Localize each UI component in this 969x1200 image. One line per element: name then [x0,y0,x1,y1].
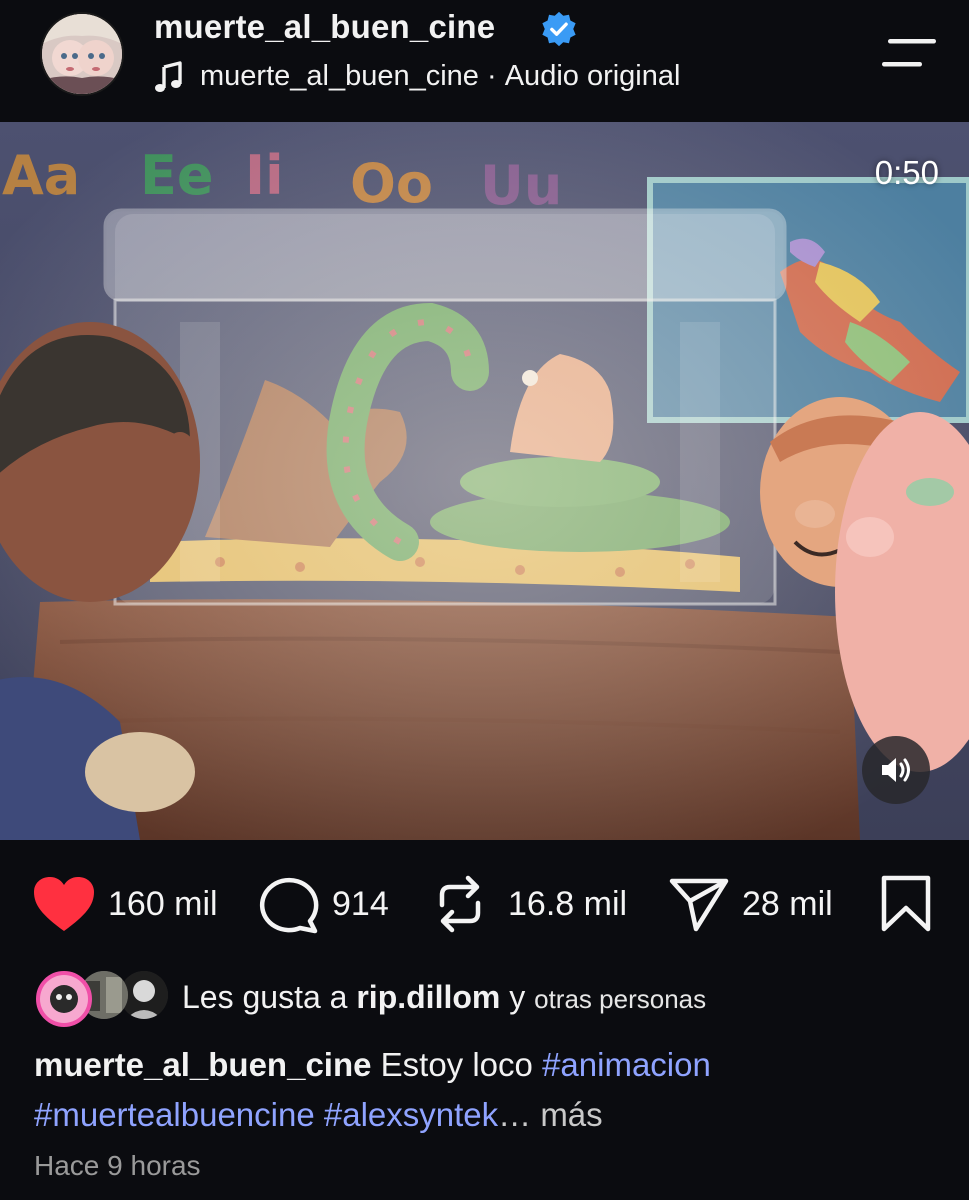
hashtag-animacion[interactable]: #animacion [542,1046,711,1083]
caption-text: Estoy loco [371,1046,543,1083]
comment-button[interactable]: 914 [258,862,389,946]
volume-button[interactable] [862,736,930,804]
repost-button[interactable]: 16.8 mil [432,862,627,946]
volume-icon [882,758,910,782]
liked-by-others[interactable]: otras personas [534,984,706,1014]
post-caption: muerte_al_buen_cine Estoy loco #animacio… [34,1040,944,1140]
liked-by-text: Les gusta a rip.dillom y otras personas [182,979,706,1016]
audio-username: muerte_al_buen_cine [200,60,479,92]
liked-by-joiner: y [500,978,535,1015]
like-count: 160 mil [108,884,218,923]
author-username[interactable]: muerte_al_buen_cine [154,8,495,46]
share-count: 28 mil [742,884,833,923]
caption-more-link[interactable]: más [540,1096,602,1133]
audio-label: Audio original [504,60,681,92]
like-button[interactable]: 160 mil [32,862,218,946]
video-duration: 0:50 [874,154,939,191]
menu-icon[interactable] [882,38,938,68]
comment-count: 914 [332,884,389,923]
liked-by-prefix: Les gusta a [182,978,357,1015]
post-header: muerte_al_buen_cine muerte_al_buen_cine … [0,0,969,120]
liked-by-row[interactable]: Les gusta a rip.dillom y otras personas [36,966,706,1028]
share-button[interactable]: 28 mil [668,862,833,946]
comment-icon [259,877,319,934]
heart-icon [34,877,94,931]
verified-badge-icon [542,11,576,47]
action-bar: 160 mil 914 16.8 mil 28 mil [0,862,969,946]
video-player[interactable]: Aa Ee Ii Oo Uu [0,122,969,840]
caption-ellipsis: … [498,1096,541,1133]
hashtag-muertealbuencine[interactable]: #muertealbuencine [34,1096,315,1133]
audio-link[interactable]: muerte_al_buen_cine · Audio original [154,60,680,93]
caption-username[interactable]: muerte_al_buen_cine [34,1046,371,1083]
share-icon [669,878,729,932]
liker-avatar [36,971,92,1027]
liker-avatars [36,969,168,1027]
music-note-icon [155,60,182,92]
repost-count: 16.8 mil [508,884,628,923]
hashtag-alexsyntek[interactable]: #alexsyntek [324,1096,498,1133]
save-button[interactable] [880,862,932,946]
liked-by-user[interactable]: rip.dillom [356,979,500,1015]
repost-icon [439,875,481,933]
video-frame: Aa Ee Ii Oo Uu [0,122,969,840]
audio-separator: · [478,60,505,92]
profile-avatar[interactable] [40,12,124,96]
bookmark-icon [881,875,931,932]
post-timestamp: Hace 9 horas [34,1150,201,1181]
